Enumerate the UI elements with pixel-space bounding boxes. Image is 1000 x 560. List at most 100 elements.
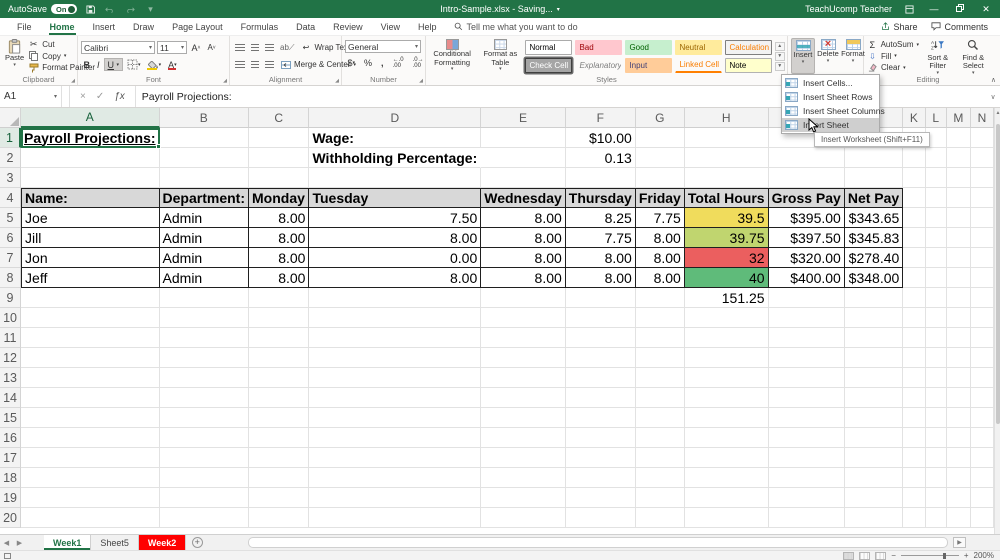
cell-B5[interactable]: Admin — [159, 208, 249, 228]
cell-K2[interactable] — [903, 148, 926, 168]
zoom-slider[interactable] — [900, 552, 959, 560]
cell-H1[interactable] — [684, 128, 769, 148]
cell-I13[interactable] — [768, 368, 845, 388]
borders-icon[interactable]: ▾ — [125, 58, 144, 71]
cell-I7[interactable]: $320.00 — [768, 248, 845, 268]
cell-I18[interactable] — [768, 468, 845, 488]
cell-L13[interactable] — [925, 368, 947, 388]
cell-D16[interactable] — [309, 428, 482, 448]
font-color-icon[interactable]: A ▾ — [166, 58, 180, 71]
cell-H2[interactable] — [684, 148, 769, 168]
menu-tab-home[interactable]: Home — [41, 20, 84, 35]
cell-B4[interactable]: Department: — [159, 188, 249, 208]
cell-E11[interactable] — [481, 328, 566, 348]
cell-H10[interactable] — [684, 308, 769, 328]
collapse-ribbon-icon[interactable]: ∧ — [991, 76, 996, 84]
cell-A15[interactable] — [21, 408, 160, 428]
cell-N13[interactable] — [970, 368, 994, 388]
cell-B20[interactable] — [159, 508, 249, 528]
cell-I8[interactable]: $400.00 — [768, 268, 845, 288]
cell-G18[interactable] — [635, 468, 685, 488]
cell-M10[interactable] — [946, 308, 971, 328]
cell-A14[interactable] — [21, 388, 160, 408]
cell-F13[interactable] — [565, 368, 636, 388]
cell-N17[interactable] — [970, 448, 994, 468]
col-header-A[interactable]: A — [21, 108, 160, 128]
cell-M4[interactable] — [946, 188, 971, 208]
cell-style-note[interactable]: Note — [725, 57, 773, 73]
cell-J12[interactable] — [844, 348, 904, 368]
cell-M9[interactable] — [946, 288, 971, 308]
cell-C14[interactable] — [249, 388, 310, 408]
cell-K10[interactable] — [903, 308, 926, 328]
cell-G9[interactable] — [635, 288, 685, 308]
cell-K20[interactable] — [903, 508, 926, 528]
menu-item-insert-cells-[interactable]: Insert Cells... — [782, 76, 879, 90]
increase-decimal-icon[interactable]: ←.0.00 — [390, 56, 406, 69]
cell-A1[interactable]: Payroll Projections: — [21, 128, 161, 149]
cell-J9[interactable] — [844, 288, 904, 308]
cell-J18[interactable] — [844, 468, 904, 488]
cell-E10[interactable] — [481, 308, 566, 328]
menu-item-insert-sheet[interactable]: Insert Sheet — [782, 118, 879, 132]
cell-G7[interactable]: 8.00 — [635, 248, 685, 268]
cell-A7[interactable]: Jon — [21, 248, 160, 268]
cell-M3[interactable] — [946, 168, 971, 188]
col-header-H[interactable]: H — [684, 108, 769, 128]
vertical-scroll-thumb[interactable] — [995, 124, 1000, 424]
cell-J11[interactable] — [844, 328, 904, 348]
insert-cells-button[interactable]: Insert ▾ — [791, 38, 815, 74]
sheet-tab-week1[interactable]: Week1 — [44, 535, 92, 550]
cell-J4[interactable]: Net Pay — [844, 188, 904, 208]
cell-L17[interactable] — [925, 448, 947, 468]
cell-N9[interactable] — [970, 288, 994, 308]
cell-K18[interactable] — [903, 468, 926, 488]
cell-B18[interactable] — [159, 468, 249, 488]
cell-K14[interactable] — [903, 388, 926, 408]
clipboard-dialog-launcher[interactable]: ◢ — [71, 78, 75, 84]
cell-C17[interactable] — [249, 448, 310, 468]
menu-tab-review[interactable]: Review — [324, 20, 372, 34]
cell-M17[interactable] — [946, 448, 971, 468]
decrease-font-icon[interactable]: A ˅ — [205, 41, 218, 54]
cell-K9[interactable] — [903, 288, 926, 308]
cell-M13[interactable] — [946, 368, 971, 388]
col-header-F[interactable]: F — [565, 108, 636, 128]
cell-N15[interactable] — [970, 408, 994, 428]
zoom-level[interactable]: 200% — [974, 551, 994, 560]
cell-D12[interactable] — [309, 348, 482, 368]
expand-formula-bar-icon[interactable]: ∨ — [986, 86, 1000, 107]
row-header-18[interactable]: 18 — [0, 468, 22, 488]
row-header-13[interactable]: 13 — [0, 368, 22, 388]
cell-style-bad[interactable]: Bad — [575, 39, 623, 55]
cell-J7[interactable]: $278.40 — [844, 248, 904, 268]
cell-M5[interactable] — [946, 208, 971, 228]
cell-A8[interactable]: Jeff — [21, 268, 160, 288]
col-header-M[interactable]: M — [946, 108, 971, 128]
cell-L3[interactable] — [925, 168, 947, 188]
restore-button[interactable] — [952, 4, 968, 14]
cell-M2[interactable] — [946, 148, 971, 168]
cell-F9[interactable] — [565, 288, 636, 308]
cell-C13[interactable] — [249, 368, 310, 388]
cell-E15[interactable] — [481, 408, 566, 428]
comma-style-icon[interactable]: , — [379, 56, 387, 69]
cell-M12[interactable] — [946, 348, 971, 368]
cell-N5[interactable] — [970, 208, 994, 228]
cell-H7[interactable]: 32 — [684, 248, 769, 268]
cell-N19[interactable] — [970, 488, 994, 508]
tell-me-search[interactable]: Tell me what you want to do — [454, 22, 882, 32]
cell-J19[interactable] — [844, 488, 904, 508]
cell-B15[interactable] — [159, 408, 249, 428]
cell-N6[interactable] — [970, 228, 994, 248]
page-break-view-icon[interactable] — [875, 551, 887, 560]
col-header-C[interactable]: C — [249, 108, 310, 128]
accounting-format-icon[interactable]: $ ▾ — [345, 56, 358, 69]
cell-A17[interactable] — [21, 448, 160, 468]
cell-H19[interactable] — [684, 488, 769, 508]
cell-L11[interactable] — [925, 328, 947, 348]
cell-J8[interactable]: $348.00 — [844, 268, 904, 288]
cell-H18[interactable] — [684, 468, 769, 488]
fill-handle[interactable] — [155, 144, 161, 149]
zoom-in-icon[interactable]: + — [964, 551, 969, 560]
